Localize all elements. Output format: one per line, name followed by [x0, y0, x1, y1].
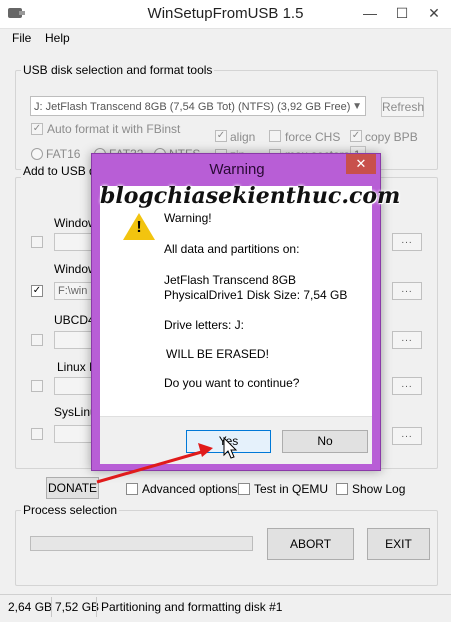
- mouse-cursor-icon: [223, 437, 238, 459]
- watermark-text: blogchiasekienthuc.com: [100, 183, 401, 209]
- red-arrow-annotation: [96, 443, 213, 484]
